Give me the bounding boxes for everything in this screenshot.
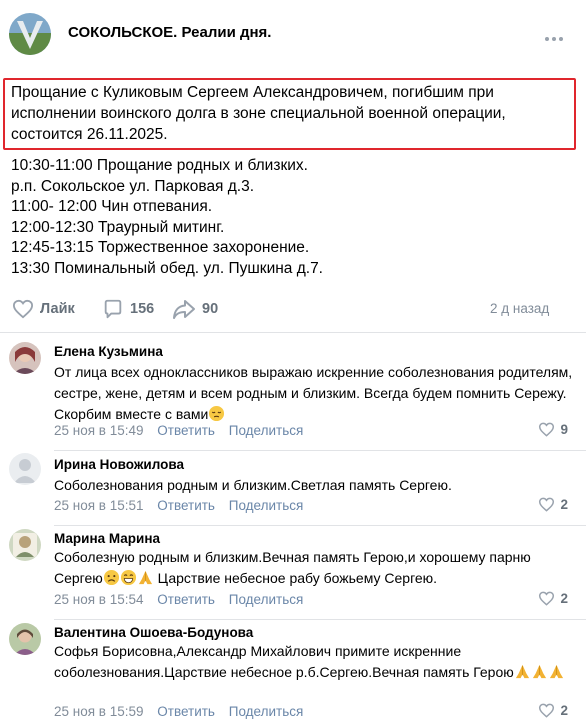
sad-face-icon	[103, 569, 120, 592]
post-header: СОКОЛЬСКОЕ. Реалии дня.	[0, 0, 586, 70]
post-schedule: 10:30-11:00 Прощание родных и близких. р…	[11, 156, 571, 280]
schedule-line: 10:30-11:00 Прощание родных и близких.	[11, 157, 308, 174]
comment-like-button[interactable]: 2	[538, 591, 568, 606]
divider	[54, 450, 586, 451]
comment-like-count: 2	[560, 703, 568, 718]
schedule-line: 13:30 Поминальный обед. ул. Пушкина д.7.	[11, 259, 323, 277]
more-horizontal-icon[interactable]	[543, 30, 565, 41]
comment-text: Соболезнования родным и близким.Светлая …	[54, 477, 452, 493]
avatar[interactable]	[9, 342, 41, 374]
avatar[interactable]	[9, 529, 41, 561]
comment-author[interactable]: Марина Марина	[54, 531, 160, 546]
group-title[interactable]: СОКОЛЬСКОЕ. Реалии дня.	[68, 24, 271, 41]
avatar[interactable]	[9, 453, 41, 485]
post-intro-text: Прощание с Куликовым Сергеем Александров…	[11, 84, 506, 143]
share-arrow-icon	[173, 300, 195, 319]
praying-hands-icon	[531, 663, 548, 686]
avatar[interactable]	[9, 623, 41, 655]
comment-author[interactable]: Валентина Ошоева-Бодунова	[54, 625, 253, 640]
comment-meta: 25 ноя в 15:59 Ответить Поделиться	[54, 704, 303, 719]
schedule-line: 12:00-12:30 Траурный митинг.	[11, 218, 225, 236]
comment-like-button[interactable]: 2	[538, 497, 568, 512]
like-label: Лайк	[40, 301, 75, 317]
share-comment-button[interactable]: Поделиться	[229, 423, 304, 438]
grinning-face-icon	[120, 569, 137, 592]
schedule-line: 12:45-13:15 Торжественное захоронение.	[11, 239, 310, 257]
comments-count: 156	[130, 301, 155, 317]
reply-button[interactable]: Ответить	[157, 592, 215, 607]
heart-icon	[12, 299, 34, 319]
comment-meta: 25 ноя в 15:51 Ответить Поделиться	[54, 498, 303, 513]
comment-like-count: 2	[560, 591, 568, 606]
schedule-line: р.п. Сокольское ул. Парковая д.3.	[11, 177, 255, 195]
comment-meta: 25 ноя в 15:54 Ответить Поделиться	[54, 592, 303, 607]
comment-text: От лица всех одноклассников выражаю искр…	[54, 362, 574, 428]
comment-author[interactable]: Ирина Новожилова	[54, 457, 184, 472]
praying-hands-icon	[137, 569, 154, 592]
heart-icon	[539, 422, 555, 437]
comment-time[interactable]: 25 ноя в 15:51	[54, 498, 144, 513]
comment-text: Софья Борисовна,Александр Михайлович при…	[54, 641, 574, 686]
comment-time[interactable]: 25 ноя в 15:49	[54, 423, 144, 438]
comment-meta: 25 ноя в 15:49 Ответить Поделиться	[54, 423, 303, 438]
divider	[0, 332, 586, 333]
share-comment-button[interactable]: Поделиться	[229, 704, 304, 719]
praying-hands-icon	[514, 663, 531, 686]
comment-like-count: 9	[560, 422, 568, 437]
schedule-line: 11:00- 12:00 Чин отпевания.	[11, 198, 213, 216]
comment-like-button[interactable]: 9	[538, 422, 568, 437]
share-comment-button[interactable]: Поделиться	[229, 498, 304, 513]
divider	[54, 619, 586, 620]
group-avatar-icon[interactable]	[9, 13, 51, 55]
reply-button[interactable]: Ответить	[157, 423, 215, 438]
comment-author[interactable]: Елена Кузьмина	[54, 344, 163, 359]
comment-like-button[interactable]: 2	[538, 703, 568, 718]
comment-like-count: 2	[560, 497, 568, 512]
heart-icon	[539, 703, 555, 718]
comments-button[interactable]: 156	[102, 295, 154, 323]
divider	[54, 525, 586, 526]
praying-hands-icon	[548, 663, 565, 686]
post-actions: Лайк 156 90 2 д назад	[0, 295, 586, 323]
heart-icon	[539, 591, 555, 606]
like-button[interactable]: Лайк	[12, 295, 75, 323]
shares-count: 90	[202, 301, 219, 317]
reply-button[interactable]: Ответить	[157, 498, 215, 513]
share-comment-button[interactable]: Поделиться	[229, 592, 304, 607]
comment-time[interactable]: 25 ноя в 15:59	[54, 704, 144, 719]
post-time[interactable]: 2 д назад	[490, 301, 549, 316]
reply-button[interactable]: Ответить	[157, 704, 215, 719]
comment-text: Соболезную родным и близким.Вечная памят…	[54, 547, 574, 592]
heart-icon	[539, 497, 555, 512]
comment-time[interactable]: 25 ноя в 15:54	[54, 592, 144, 607]
comment-icon	[104, 299, 122, 319]
share-button[interactable]: 90	[172, 295, 218, 323]
